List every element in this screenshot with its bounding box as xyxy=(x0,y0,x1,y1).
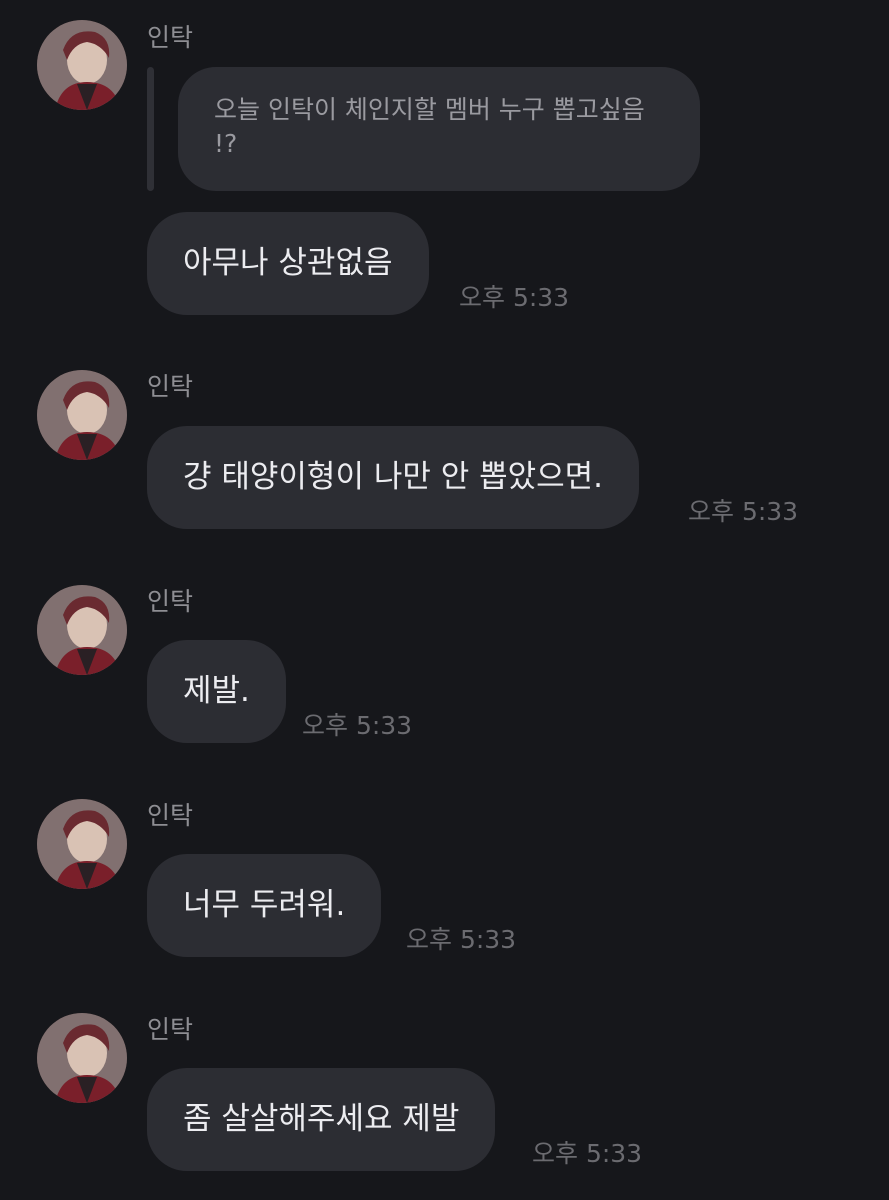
sender-name: 인탁 xyxy=(147,801,194,830)
avatar-photo xyxy=(37,799,127,889)
message-time: 오후 5:33 xyxy=(406,925,517,954)
quoted-message[interactable]: 오늘 인탁이 체인지할 멤버 누구 뽑고싶음 !? xyxy=(178,67,700,191)
message-time: 오후 5:33 xyxy=(688,497,799,526)
reply-quote-bar xyxy=(147,67,154,191)
sender-avatar[interactable] xyxy=(37,799,127,889)
sender-avatar[interactable] xyxy=(37,370,127,460)
sender-avatar[interactable] xyxy=(37,585,127,675)
sender-avatar[interactable] xyxy=(37,20,127,110)
message-bubble[interactable]: 아무나 상관없음 xyxy=(147,212,429,315)
avatar-photo xyxy=(37,585,127,675)
sender-avatar[interactable] xyxy=(37,1013,127,1103)
message-time: 오후 5:33 xyxy=(532,1139,643,1168)
message-bubble[interactable]: 제발. xyxy=(147,640,286,743)
avatar-photo xyxy=(37,370,127,460)
message-time: 오후 5:33 xyxy=(459,283,570,312)
sender-name: 인탁 xyxy=(147,1015,194,1044)
avatar-photo xyxy=(37,20,127,110)
message-bubble[interactable]: 너무 두려워. xyxy=(147,854,382,957)
message-time: 오후 5:33 xyxy=(302,711,413,740)
avatar-photo xyxy=(37,1013,127,1103)
sender-name: 인탁 xyxy=(147,587,194,616)
message-bubble[interactable]: 걍 태양이형이 나만 안 뽑았으면. xyxy=(147,426,640,529)
message-bubble[interactable]: 좀 살살해주세요 제발 xyxy=(147,1068,496,1171)
sender-name: 인탁 xyxy=(147,23,194,52)
sender-name: 인탁 xyxy=(147,372,194,401)
